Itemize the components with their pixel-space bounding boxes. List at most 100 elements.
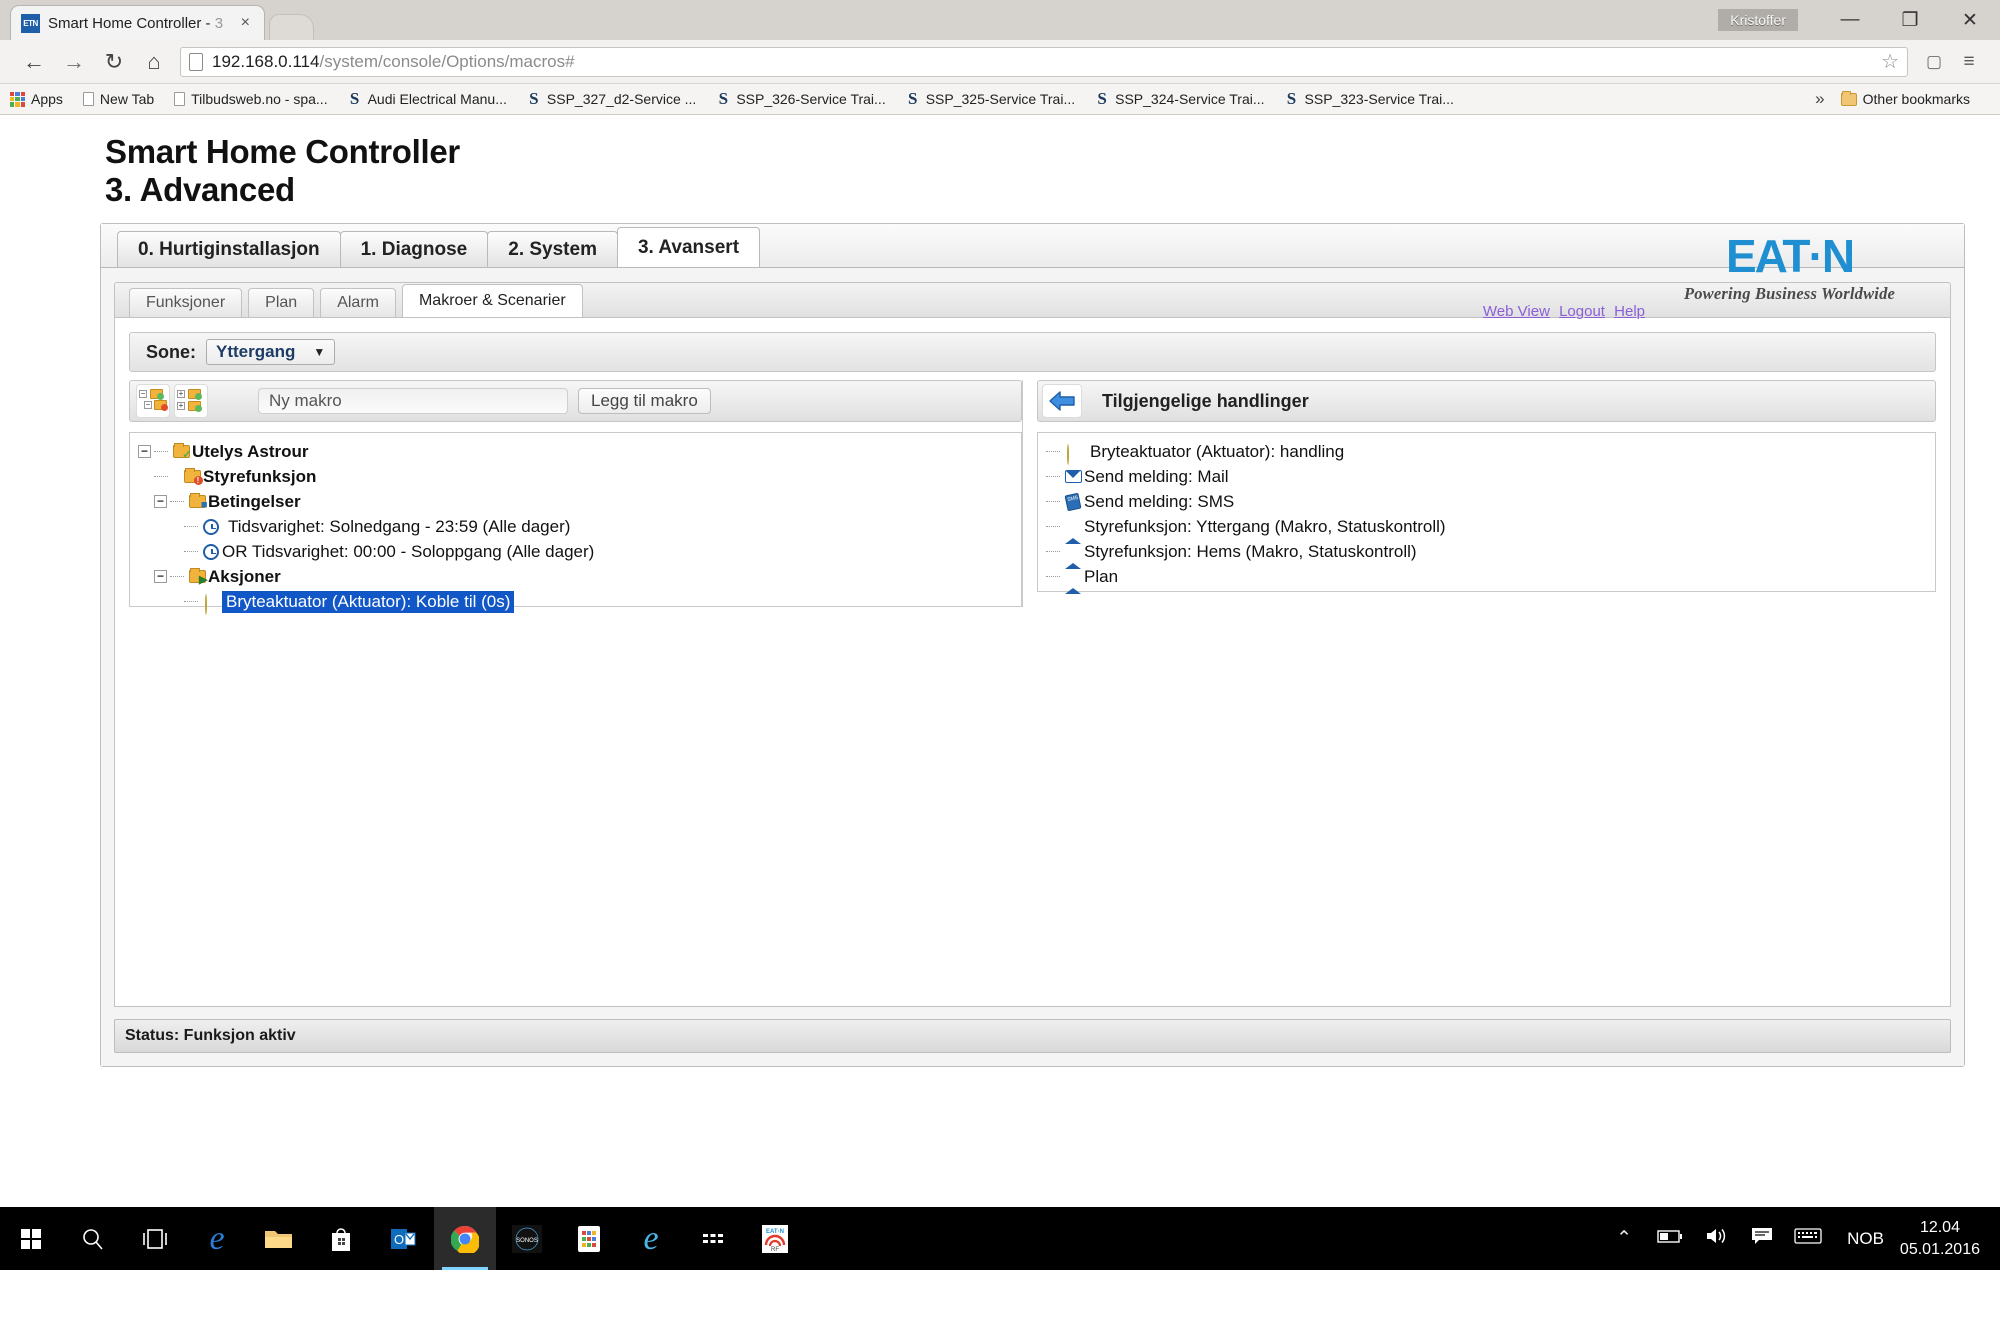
help-link[interactable]: Help xyxy=(1614,303,1645,320)
bookmark-label: Audi Electrical Manu... xyxy=(367,91,507,107)
bookmark-item[interactable]: S SSP_325-Service Trai... xyxy=(906,89,1075,109)
doc-icon xyxy=(82,92,94,106)
tree-node-label: OR Tidsvarighet: 00:00 - Soloppgang (All… xyxy=(222,541,595,561)
action-item-bryteaktuator[interactable]: Bryteaktuator (Aktuator): handling xyxy=(1046,439,1927,465)
tree-node-utelys-astrour[interactable]: − ✓ Utelys Astrour xyxy=(138,439,1013,464)
tree-node-aksjoner[interactable]: − ▶ Aksjoner xyxy=(138,564,1013,589)
bookmark-item[interactable]: New Tab xyxy=(82,91,154,107)
tab-avansert[interactable]: 3. Avansert xyxy=(616,227,761,267)
tree-node-betingelser[interactable]: − ■ Betingelser xyxy=(138,489,1013,514)
zone-dropdown[interactable]: Yttergang ▼ xyxy=(206,339,336,365)
chrome-menu-icon[interactable]: ≡ xyxy=(1952,51,1986,73)
move-left-arrow-icon[interactable] xyxy=(1042,384,1082,418)
expander-toggle[interactable]: − xyxy=(138,445,151,458)
tab-diagnose[interactable]: 1. Diagnose xyxy=(339,231,489,267)
bookmark-item[interactable]: S SSP_326-Service Trai... xyxy=(716,89,886,109)
subtab-makroer-scenarier[interactable]: Makroer & Scenarier xyxy=(401,284,583,317)
main-panel: 0. Hurtiginstallasjon 1. Diagnose 2. Sys… xyxy=(100,223,1965,1067)
reload-icon[interactable]: ↻ xyxy=(94,50,134,73)
close-window-button[interactable]: ✕ xyxy=(1940,0,2000,40)
battery-icon[interactable] xyxy=(1647,1228,1693,1250)
deezer-icon[interactable] xyxy=(682,1207,744,1270)
search-icon[interactable] xyxy=(62,1207,124,1270)
action-item-label: Send melding: Mail xyxy=(1084,466,1229,486)
page-content: Smart Home Controller 3. Advanced Web Vi… xyxy=(0,115,2000,1270)
minimize-button[interactable]: — xyxy=(1820,0,1880,40)
cast-icon[interactable]: ▢ xyxy=(1916,52,1952,72)
start-button[interactable] xyxy=(0,1207,62,1270)
file-explorer-icon[interactable] xyxy=(248,1207,310,1270)
eaton-rf-icon[interactable]: EAT·N RF xyxy=(744,1207,806,1270)
maximize-button[interactable]: ❐ xyxy=(1880,0,1940,40)
clock[interactable]: 12.04 05.01.2016 xyxy=(1900,1217,1986,1260)
tree-node-action-selected[interactable]: Bryteaktuator (Aktuator): Koble til (0s) xyxy=(138,589,1013,615)
tree-node-condition-1[interactable]: Tidsvarighet: Solnedgang - 23:59 (Alle d… xyxy=(138,514,1013,539)
bookmarks-overflow-icon[interactable]: » xyxy=(1815,89,1824,109)
tree-node-styrefunksjon[interactable]: ! Styrefunksjon xyxy=(138,464,1013,489)
bookmark-label: SSP_323-Service Trai... xyxy=(1304,91,1454,107)
new-tab-button[interactable] xyxy=(269,14,314,40)
action-center-icon[interactable] xyxy=(1739,1226,1785,1252)
expand-tree-icon[interactable]: + + xyxy=(174,384,208,418)
back-icon[interactable]: ← xyxy=(14,50,54,73)
svg-text:RF: RF xyxy=(771,1247,779,1253)
svg-text:O: O xyxy=(394,1232,404,1247)
home-icon[interactable]: ⌂ xyxy=(134,50,174,73)
outlook-icon[interactable]: O xyxy=(372,1207,434,1270)
language-indicator[interactable]: NOB xyxy=(1831,1229,1900,1249)
bookmark-item[interactable]: S SSP_327_d2-Service ... xyxy=(527,89,696,109)
new-macro-input[interactable]: Ny makro xyxy=(258,388,568,414)
sonos-icon[interactable]: SONOS xyxy=(496,1207,558,1270)
status-bar: Status: Funksjon aktiv xyxy=(114,1019,1951,1053)
keyboard-icon[interactable] xyxy=(1785,1227,1831,1251)
browser-toolbar: ← → ↻ ⌂ 192.168.0.114/system/console/Opt… xyxy=(0,40,2000,84)
task-view-icon[interactable] xyxy=(124,1207,186,1270)
tree-node-condition-2[interactable]: OR Tidsvarighet: 00:00 - Soloppgang (All… xyxy=(138,539,1013,564)
address-bar[interactable]: 192.168.0.114/system/console/Options/mac… xyxy=(180,46,1908,77)
bookmark-item[interactable]: S Audi Electrical Manu... xyxy=(348,89,507,109)
action-item-mail[interactable]: Send melding: Mail xyxy=(1046,464,1927,489)
tree-line xyxy=(154,476,168,477)
microsoft-store-icon[interactable] xyxy=(310,1207,372,1270)
expander-toggle[interactable]: − xyxy=(154,570,167,583)
ssp-icon: S xyxy=(349,89,360,108)
volume-icon[interactable] xyxy=(1693,1226,1739,1252)
tab-hurtiginstallasjon[interactable]: 0. Hurtiginstallasjon xyxy=(117,231,341,267)
expander-toggle[interactable]: − xyxy=(154,495,167,508)
bulb-icon xyxy=(1062,444,1084,465)
subtab-alarm[interactable]: Alarm xyxy=(320,288,396,317)
subtab-plan[interactable]: Plan xyxy=(248,288,315,317)
window-controls: Kristoffer — ❐ ✕ xyxy=(1718,0,2000,40)
chevron-down-icon: ▼ xyxy=(313,345,326,359)
action-item-sms[interactable]: Send melding: SMS xyxy=(1046,489,1927,514)
web-view-link[interactable]: Web View xyxy=(1483,303,1550,320)
macro-tree[interactable]: − ✓ Utelys Astrour ! Styrefunksjon − ■ B… xyxy=(129,432,1022,615)
logout-link[interactable]: Logout xyxy=(1559,303,1605,320)
tray-chevron-up-icon[interactable]: ⌃ xyxy=(1601,1227,1647,1250)
available-actions-list[interactable]: Bryteaktuator (Aktuator): handling Send … xyxy=(1037,432,1936,594)
bookmark-other-bookmarks[interactable]: Other bookmarks xyxy=(1840,90,1970,107)
forward-icon[interactable]: → xyxy=(54,50,94,73)
tree-line xyxy=(184,551,198,552)
chrome-icon[interactable] xyxy=(434,1207,496,1270)
profile-name-chip[interactable]: Kristoffer xyxy=(1718,9,1798,31)
edge-icon[interactable]: e xyxy=(186,1207,248,1270)
internet-explorer-icon[interactable]: e xyxy=(620,1207,682,1270)
tab-close-icon[interactable]: × xyxy=(237,15,254,31)
action-item-label: Styrefunksjon: Hems (Makro, Statuskontro… xyxy=(1084,541,1417,561)
add-macro-button[interactable]: Legg til makro xyxy=(578,388,711,414)
windows-logo-icon xyxy=(21,1228,41,1249)
app-tiles-icon[interactable] xyxy=(558,1207,620,1270)
bookmark-star-icon[interactable]: ☆ xyxy=(1871,49,1899,74)
browser-tab[interactable]: ETN Smart Home Controller - 3 × xyxy=(10,5,265,40)
bookmark-item[interactable]: Tilbudsweb.no - spa... xyxy=(174,91,328,107)
action-item-plan[interactable]: Plan xyxy=(1046,564,1927,594)
collapse-tree-icon[interactable]: − − xyxy=(136,384,170,418)
action-item-styrefunksjon-yttergang[interactable]: Styrefunksjon: Yttergang (Makro, Statusk… xyxy=(1046,514,1927,544)
bookmark-item[interactable]: S SSP_323-Service Trai... xyxy=(1285,89,1454,109)
bookmark-apps[interactable]: Apps xyxy=(10,91,63,107)
subtab-funksjoner[interactable]: Funksjoner xyxy=(129,288,243,317)
bookmark-item[interactable]: S SSP_324-Service Trai... xyxy=(1095,89,1264,109)
action-item-styrefunksjon-hems[interactable]: Styrefunksjon: Hems (Makro, Statuskontro… xyxy=(1046,539,1927,569)
tab-system[interactable]: 2. System xyxy=(487,231,618,267)
